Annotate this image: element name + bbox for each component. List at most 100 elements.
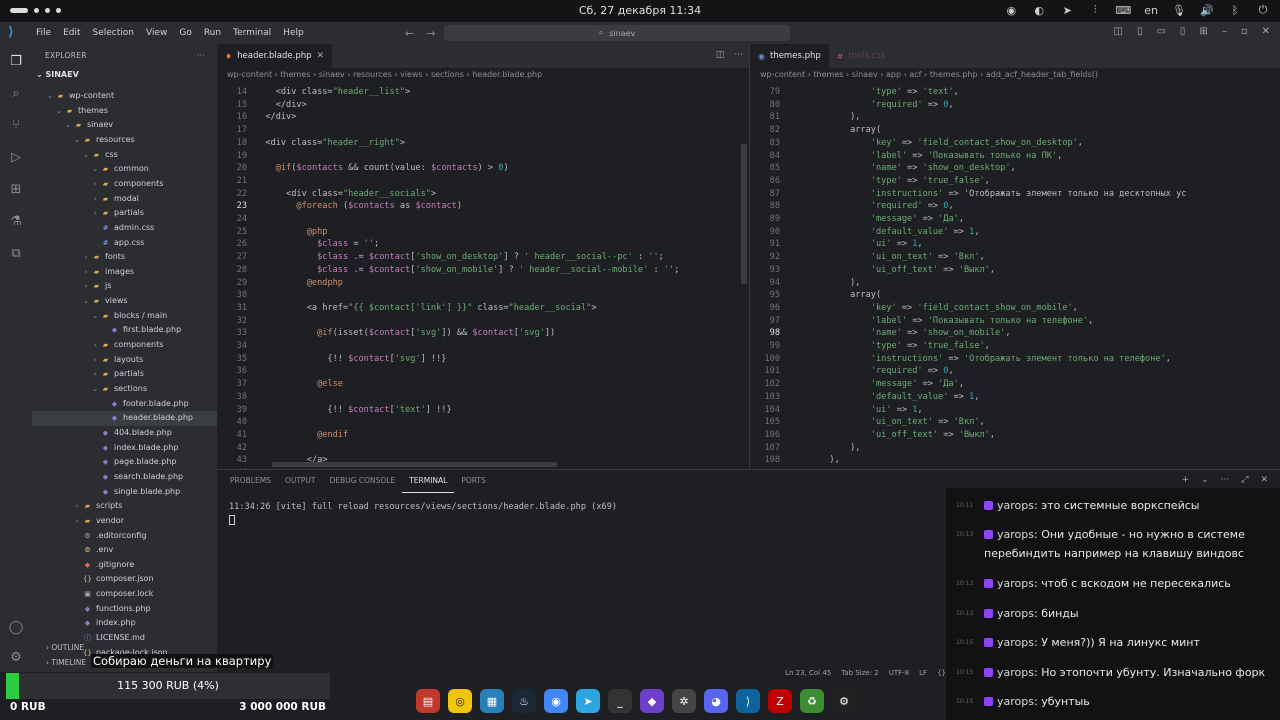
remote-icon[interactable]: ⧉ [7,244,25,262]
tree-file[interactable]: # app.css [32,236,217,251]
more-actions-icon[interactable]: ··· [197,44,205,68]
tree-folder[interactable]: ⌄ ▰ blocks / main [32,309,217,324]
code-line[interactable]: 81 ), [750,111,1280,124]
close-panel-icon[interactable]: ✕ [1260,475,1268,485]
code-line[interactable]: 14 <div class="header__list"> [217,86,749,99]
code-line[interactable]: 101 'required' => 0, [750,365,1280,378]
code-line[interactable]: 92 'ui_on_text' => 'Вкл', [750,251,1280,264]
power-icon[interactable]: ⏻ [1256,3,1270,17]
account-icon[interactable]: ◯ [7,618,25,636]
tree-folder[interactable]: › ▰ partials [32,206,217,221]
bluetooth-icon[interactable]: ᛒ [1228,3,1242,17]
testing-icon[interactable]: ⚗ [7,212,25,230]
code-line[interactable]: 94 ), [750,277,1280,290]
code-line[interactable]: 90 'default_value' => 1, [750,226,1280,239]
tab-output[interactable]: OUTPUT [278,470,323,492]
tree-folder[interactable]: ⌄ ▰ wp-content [32,89,217,104]
horizontal-scrollbar[interactable] [272,462,557,467]
file-manager-icon[interactable]: ▦ [480,689,504,713]
files-icon[interactable]: ▤ [416,689,440,713]
toggle-sidebar-icon[interactable]: ▯ [1137,26,1143,37]
code-line[interactable]: 21 [217,175,749,188]
code-line[interactable]: 18 <div class="header__right"> [217,137,749,150]
layout-icon[interactable]: ⊞ [1199,26,1207,37]
filezilla-icon[interactable]: Z [768,689,792,713]
new-terminal-icon[interactable]: + [1182,475,1190,485]
code-line[interactable]: 26 $class = ''; [217,238,749,251]
obs-icon[interactable]: ◉ [1004,3,1018,17]
code-line[interactable]: 107 ), [750,442,1280,455]
keyboard-icon[interactable]: ⌨ [1115,3,1131,17]
app-icon[interactable]: ◐ [1032,3,1046,17]
code-line[interactable]: 82 array( [750,124,1280,137]
tree-folder[interactable]: › ▰ images [32,265,217,280]
tree-file[interactable]: ◆ single.blade.php [32,485,217,500]
menu-help[interactable]: Help [277,22,310,44]
encoding[interactable]: UTF-8 [889,669,909,677]
code-line[interactable]: 30 [217,289,749,302]
code-line[interactable]: 79 'type' => 'text', [750,86,1280,99]
run-debug-icon[interactable]: ▷ [7,148,25,166]
code-line[interactable]: 34 [217,340,749,353]
toggle-secondary-sidebar-icon[interactable]: ▯ [1180,26,1186,37]
terminal-output[interactable]: 11:34:26 [vite] full reload resources/vi… [229,502,617,512]
source-control-icon[interactable]: ⑂ [7,116,25,134]
code-line[interactable]: 108 ), [750,454,1280,467]
tab-debug-console[interactable]: DEBUG CONSOLE [323,470,403,492]
code-line[interactable]: 40 [217,416,749,429]
code-line[interactable]: 99 'type' => 'true_false', [750,340,1280,353]
code-line[interactable]: 16 </div> [217,111,749,124]
volume-icon[interactable]: 🔊 [1200,3,1214,17]
code-line[interactable]: 15 </div> [217,99,749,112]
code-line[interactable]: 23 @foreach ($contacts as $contact) [217,200,749,213]
code-line[interactable]: 97 'label' => 'Показывать только на теле… [750,315,1280,328]
breadcrumb[interactable]: wp-content › themes › sinaev › resources… [217,68,749,82]
editor-scrollbar[interactable] [741,144,747,284]
tree-folder[interactable]: › ▰ modal [32,192,217,207]
code-line[interactable]: 95 array( [750,289,1280,302]
menu-run[interactable]: Run [198,22,227,44]
code-line[interactable]: 88 'required' => 0, [750,200,1280,213]
settings-icon[interactable]: ✲ [672,689,696,713]
code-line[interactable]: 28 $class .= $contact['show_on_mobile'] … [217,264,749,277]
workspace-root[interactable]: ⌄ SINAEV [32,68,217,82]
maximize-icon[interactable]: ▫ [1241,26,1248,37]
end-of-line[interactable]: LF [919,669,927,677]
tree-folder[interactable]: › ▰ layouts [32,353,217,368]
code-line[interactable]: 83 'key' => 'field_contact_show_on_deskt… [750,137,1280,150]
equalizer-icon[interactable]: ⫶ [1088,3,1102,17]
split-editor-icon[interactable]: ◫ [716,50,725,60]
maximize-panel-icon[interactable]: ⤢ [1241,475,1248,485]
tree-file[interactable]: {} composer.json [32,572,217,587]
back-arrow-icon[interactable]: ← [405,27,414,40]
tree-file[interactable]: ◆ index.php [32,616,217,631]
telegram-icon[interactable]: ➤ [1060,3,1074,17]
vscode-icon[interactable]: ⟩ [736,689,760,713]
code-line[interactable]: 33 @if(isset($contact['svg']) && $contac… [217,327,749,340]
code-line[interactable]: 36 [217,365,749,378]
code-line[interactable]: 86 'type' => 'true_false', [750,175,1280,188]
code-line[interactable]: 17 [217,124,749,137]
menu-terminal[interactable]: Terminal [227,22,277,44]
code-line[interactable]: 38 [217,391,749,404]
code-line[interactable]: 96 'key' => 'field_contact_show_on_mobil… [750,302,1280,315]
tree-file[interactable]: ◆ page.blade.php [32,455,217,470]
tree-folder[interactable]: ⌄ ▰ common [32,162,217,177]
tree-file[interactable]: ⚙ .editorconfig [32,529,217,544]
code-line[interactable]: 31 <a href="{{ $contact['link'] }}" clas… [217,302,749,315]
menu-edit[interactable]: Edit [57,22,86,44]
more-actions-icon[interactable]: ··· [1221,475,1230,485]
obsidian-icon[interactable]: ◆ [640,689,664,713]
copilot-icon[interactable]: ◫ [1114,26,1123,37]
tree-folder[interactable]: ⌄ ▰ css [32,148,217,163]
code-line[interactable]: 102 'message' => 'Да', [750,378,1280,391]
tab-header-blade[interactable]: ♦ header.blade.php ✕ [217,44,333,68]
code-line[interactable]: 29 @endphp [217,277,749,290]
microphone-icon[interactable]: 🎙 [1172,3,1186,17]
toggle-panel-icon[interactable]: ▭ [1156,26,1165,37]
tree-folder[interactable]: › ▰ js [32,279,217,294]
code-line[interactable]: 87 'instructions' => 'Отображать элемент… [750,188,1280,201]
code-line[interactable]: 42 [217,442,749,455]
language-mode[interactable]: {} [937,669,946,677]
tab-themes-php[interactable]: ◉ themes.php [750,44,829,68]
